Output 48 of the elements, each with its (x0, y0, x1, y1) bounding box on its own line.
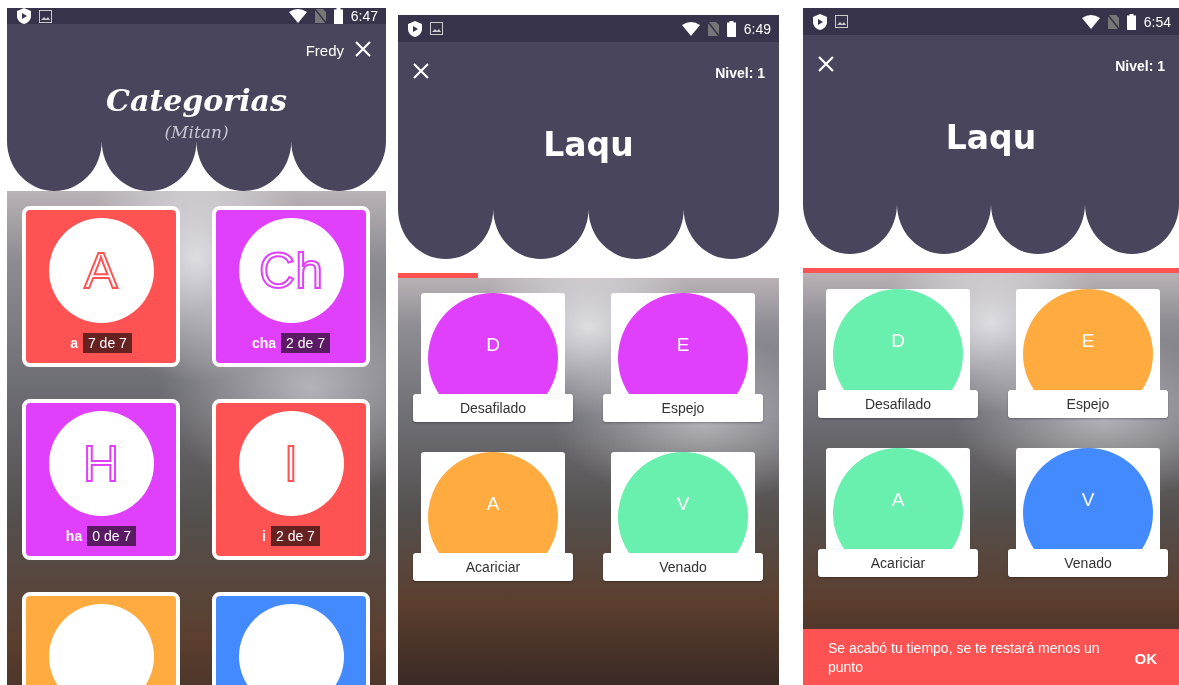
option-label[interactable]: Venado (603, 553, 763, 581)
no-sim-icon (1107, 14, 1119, 29)
option-label[interactable]: Acariciar (818, 549, 978, 577)
shield-play-icon (408, 20, 422, 37)
letter-circle: I (238, 411, 344, 516)
battery-icon (333, 8, 343, 24)
option-label[interactable]: Acariciar (413, 553, 573, 581)
screen-subtitle: (Mitan) (164, 122, 229, 142)
category-card[interactable]: I i 2 de 7 (212, 399, 370, 560)
wifi-icon (288, 9, 307, 23)
level-label: Nivel: 1 (715, 64, 765, 81)
word-title: Laqu (945, 118, 1037, 157)
category-card[interactable]: H ha 0 de 7 (22, 399, 180, 560)
shield-play-icon (813, 13, 827, 30)
letter-circle: H (48, 411, 154, 516)
option-label[interactable]: Desafilado (818, 390, 978, 418)
progress-badge: 2 de 7 (281, 333, 331, 353)
wifi-icon (681, 21, 700, 36)
category-name: cha (251, 335, 277, 351)
status-time: 6:49 (743, 20, 771, 37)
category-name: i (262, 528, 266, 544)
progress-badge: 0 de 7 (87, 526, 137, 546)
option-label[interactable]: Espejo (1008, 390, 1168, 418)
option-label[interactable]: Desafilado (413, 394, 573, 422)
battery-icon (1126, 13, 1136, 30)
image-icon (430, 22, 443, 35)
word-title: Laqu (543, 125, 634, 164)
progress-badge: 2 de 7 (270, 526, 320, 546)
user-name: Fredy (305, 42, 344, 59)
letter-circle: A (48, 218, 154, 323)
status-time: 6:54 (1143, 13, 1171, 30)
option-label[interactable]: Espejo (603, 394, 763, 422)
progress-badge: 7 de 7 (82, 333, 132, 353)
image-icon (39, 9, 52, 23)
snackbar-message: Se acabó tu tiempo, se te restará menos un punto (828, 639, 1101, 677)
screen-title: Categorias (106, 83, 287, 118)
category-card[interactable]: Ch cha 2 de 7 (212, 206, 370, 367)
wifi-icon (1081, 14, 1100, 29)
option-label[interactable]: Venado (1008, 549, 1168, 577)
category-name: ha (65, 528, 83, 544)
image-icon (835, 15, 848, 28)
status-time: 6:47 (350, 8, 378, 24)
no-sim-icon (707, 21, 719, 36)
letter-circle: Ch (238, 218, 344, 323)
category-card[interactable]: A a 7 de 7 (22, 206, 180, 367)
level-label: Nivel: 1 (1115, 57, 1165, 74)
category-name: a (70, 335, 78, 351)
battery-icon (726, 20, 736, 37)
